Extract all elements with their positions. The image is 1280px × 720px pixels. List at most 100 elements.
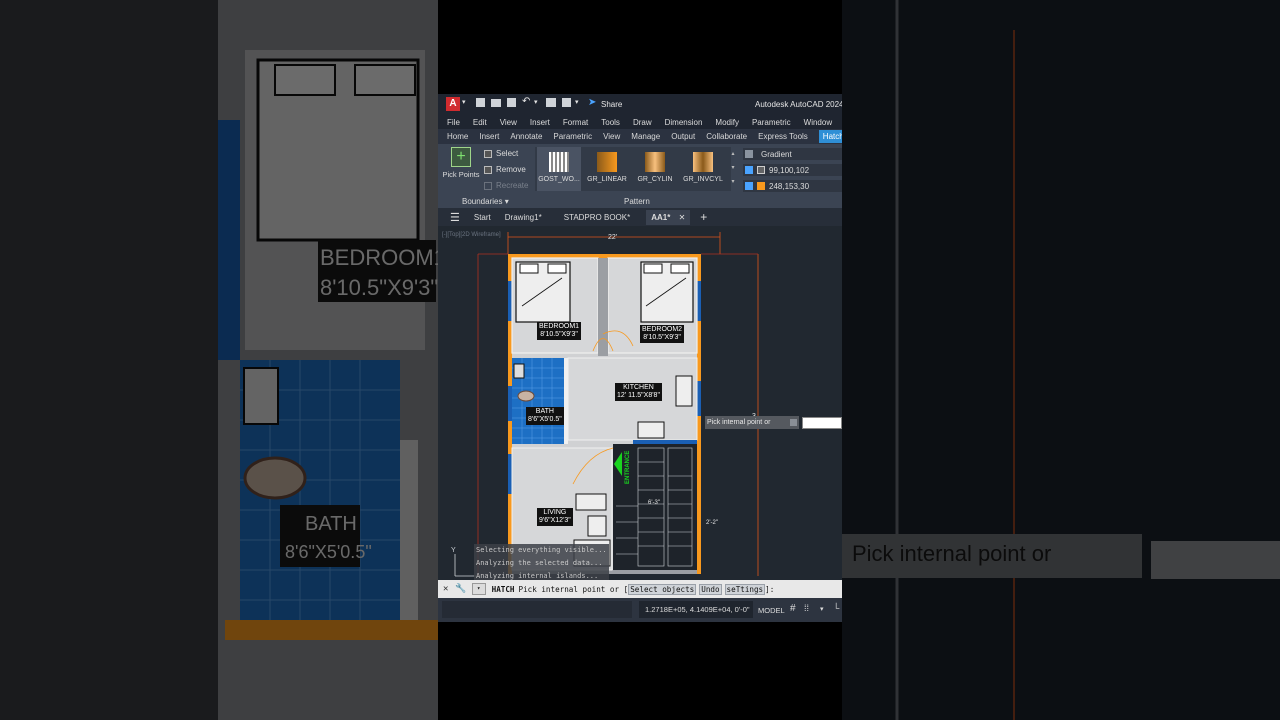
menu-window[interactable]: Window xyxy=(804,118,832,127)
pattern-gr-linear-label: GR_LINEAR xyxy=(587,176,627,183)
save-icon[interactable] xyxy=(476,98,485,107)
tab-parametric[interactable]: Parametric xyxy=(553,132,592,141)
tab-express-tools[interactable]: Express Tools xyxy=(758,132,808,141)
qat-dropdown-icon[interactable]: ▾ xyxy=(575,98,579,106)
drawing-viewport[interactable]: [-][Top][2D Wireframe] 22' 3 xyxy=(438,226,842,580)
menu-insert[interactable]: Insert xyxy=(530,118,550,127)
close-command-line-icon[interactable]: ✕ xyxy=(443,584,448,594)
select-icon xyxy=(484,149,492,158)
saveas-icon[interactable] xyxy=(507,98,516,107)
hamburger-menu-icon[interactable]: ☰ xyxy=(450,211,460,224)
width-dimension-text: 22' xyxy=(608,234,617,241)
undo-dropdown-icon[interactable]: ▾ xyxy=(534,98,538,106)
hatch-color2-row[interactable]: 248,153,30 xyxy=(743,180,842,192)
bath-label: BATH 8'6"X5'0.5" xyxy=(526,407,564,425)
color2-swatch xyxy=(757,182,765,190)
share-icon[interactable]: ➤ xyxy=(588,97,596,108)
logo-dropdown-icon[interactable]: ▾ xyxy=(462,98,466,106)
tab-manage[interactable]: Manage xyxy=(631,132,660,141)
zoomed-plan-right: Pick internal point or xyxy=(842,0,1280,720)
menu-edit[interactable]: Edit xyxy=(473,118,487,127)
command-prompt: Pick internal point or [ xyxy=(518,584,629,594)
tab-view[interactable]: View xyxy=(603,132,620,141)
doc-tab-stadpro-book[interactable]: STADPRO BOOK* xyxy=(564,213,631,222)
recent-commands-icon[interactable]: ▾ xyxy=(471,583,486,595)
zoomed-background-left: BEDROOM1 8'10.5"X9'3" BATH 8'6"X5'0.5" xyxy=(0,0,438,720)
menu-dimension[interactable]: Dimension xyxy=(665,118,703,127)
share-button[interactable]: Share xyxy=(601,100,622,109)
option-undo[interactable]: Undo xyxy=(699,583,722,595)
tab-home[interactable]: Home xyxy=(447,132,468,141)
pattern-gr-invcyl[interactable]: GR_INVCYL xyxy=(681,147,725,191)
model-space-button[interactable]: MODEL xyxy=(758,606,785,615)
option-settings[interactable]: seTtings xyxy=(724,583,766,595)
bedroom2-label: BEDROOM2 8'10.5"X9'3" xyxy=(640,325,685,343)
entrance-label: ENTRANCE xyxy=(625,451,631,484)
zoom-bedroom1-label: BEDROOM1 xyxy=(320,245,438,270)
zoomed-plan-left: BEDROOM1 8'10.5"X9'3" BATH 8'6"X5'0.5" xyxy=(0,0,438,720)
snap-dropdown-icon[interactable]: ▾ xyxy=(820,605,824,613)
doc-tab-start[interactable]: Start xyxy=(474,213,491,222)
undo-icon[interactable]: ↶ xyxy=(522,96,530,107)
open-icon[interactable] xyxy=(491,99,501,107)
bedroom1-label: BEDROOM1 8'10.5"X9'3" xyxy=(537,322,582,340)
plot-icon[interactable] xyxy=(562,98,571,107)
gallery-scroll[interactable]: ▴ ▾ ▾ xyxy=(730,147,736,191)
svg-text:Y: Y xyxy=(451,547,456,554)
command-line[interactable]: ✕ 🔧 ▾ HATCH Pick internal point or [ Sel… xyxy=(438,580,842,598)
doc-tab-aa1-label: AA1* xyxy=(651,212,671,222)
sofa xyxy=(575,493,607,511)
grid-icon[interactable]: # xyxy=(790,603,796,614)
coordinates-readout[interactable]: 1.2718E+05, 4.1409E+04, 0'-0" xyxy=(639,601,753,618)
tooltip-options-icon[interactable] xyxy=(790,419,797,426)
ribbon-tabs: Home Insert Annotate Parametric View Man… xyxy=(438,129,842,144)
snap-icon[interactable]: ⁞⁞ xyxy=(804,603,809,613)
boundaries-panel-title[interactable]: Boundaries ▾ xyxy=(462,197,509,206)
menu-format[interactable]: Format xyxy=(563,118,588,127)
pattern-gost-wood-swatch xyxy=(549,152,569,172)
remove-button[interactable]: Remove xyxy=(484,165,526,174)
floor-plan[interactable]: 22' 3 xyxy=(438,226,842,580)
option-select-objects[interactable]: Select objects xyxy=(628,583,697,595)
tab-output[interactable]: Output xyxy=(671,132,695,141)
tab-insert[interactable]: Insert xyxy=(479,132,499,141)
recreate-label: Recreate xyxy=(496,181,529,190)
menu-tools[interactable]: Tools xyxy=(601,118,620,127)
doc-tab-drawing1[interactable]: Drawing1* xyxy=(505,213,542,222)
menu-view[interactable]: View xyxy=(500,118,517,127)
menu-file[interactable]: File xyxy=(447,118,460,127)
command-history: Selecting everything visible... Analyzin… xyxy=(474,544,609,580)
pattern-gost-wood[interactable]: GOST_WO... xyxy=(537,147,581,191)
menu-draw[interactable]: Draw xyxy=(633,118,652,127)
screen: BEDROOM1 8'10.5"X9'3" BATH 8'6"X5'0.5" P… xyxy=(0,0,1280,720)
hatch-ribbon-panel: + Pick Points Select Remove Recreate Bou… xyxy=(438,144,842,208)
dynamic-input-field[interactable] xyxy=(802,417,842,429)
remove-label: Remove xyxy=(496,165,526,174)
doc-tab-aa1[interactable]: AA1* ✕ xyxy=(646,209,691,225)
pick-points-button[interactable]: + Pick Points xyxy=(442,147,480,187)
recreate-button[interactable]: Recreate xyxy=(484,181,528,190)
hatch-type-row[interactable]: Gradient xyxy=(743,148,842,160)
close-tab-icon[interactable]: ✕ xyxy=(679,213,686,222)
tab-collaborate[interactable]: Collaborate xyxy=(706,132,747,141)
ortho-icon[interactable]: └ xyxy=(833,603,839,613)
pattern-gr-cylin[interactable]: GR_CYLIN xyxy=(633,147,677,191)
new-tab-icon[interactable]: + xyxy=(700,210,707,224)
print-icon[interactable] xyxy=(546,98,556,107)
hatch-type-value: Gradient xyxy=(761,149,792,159)
hatch-color1-row[interactable]: 99,100,102 xyxy=(743,164,842,176)
ucs-icon xyxy=(454,554,476,577)
customize-icon[interactable]: 🔧 xyxy=(455,584,466,594)
select-button[interactable]: Select xyxy=(484,149,518,158)
zoom-bath-size: 8'6"X5'0.5" xyxy=(285,542,372,562)
menu-parametric[interactable]: Parametric xyxy=(752,118,791,127)
pattern-gr-linear[interactable]: GR_LINEAR xyxy=(585,147,629,191)
menu-modify[interactable]: Modify xyxy=(715,118,739,127)
pattern-gr-cylin-swatch xyxy=(645,152,665,172)
tab-annotate[interactable]: Annotate xyxy=(510,132,542,141)
autocad-logo-button[interactable]: A xyxy=(446,97,460,111)
command-name: HATCH xyxy=(491,584,515,594)
tab-hatch[interactable]: Hatch xyxy=(818,130,842,143)
kitchen-label: KITCHEN 12' 11.5"X8'8" xyxy=(615,383,662,401)
color2-value: 248,153,30 xyxy=(769,181,810,191)
